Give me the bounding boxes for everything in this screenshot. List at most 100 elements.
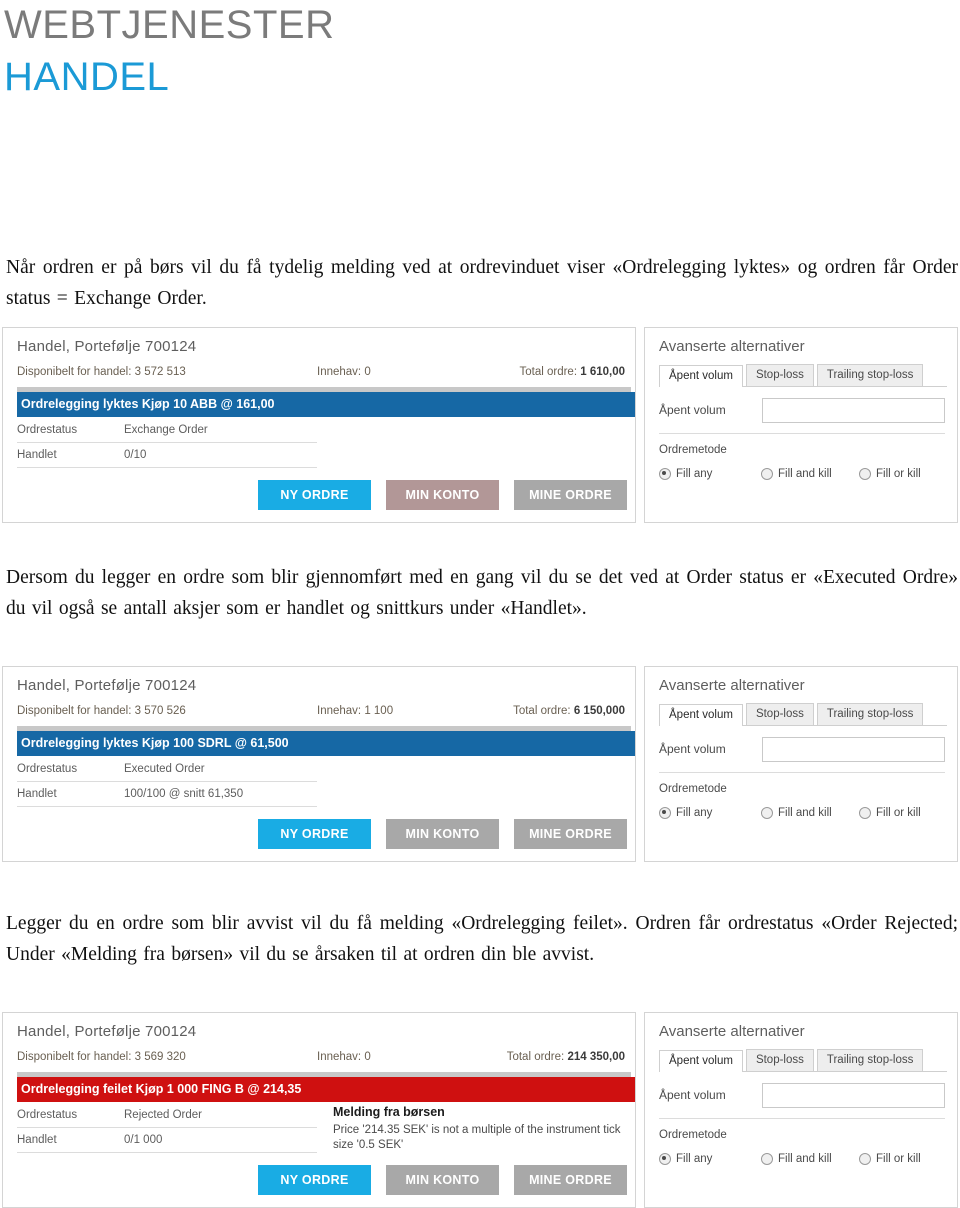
- radio-fill-and-kill[interactable]: Fill and kill: [761, 807, 859, 819]
- new-order-button[interactable]: NY ORDRE: [258, 480, 371, 510]
- radio-selected-icon: [659, 807, 671, 819]
- trade-panel-summary: Disponibelt for handel: 3 572 513 Inneha…: [17, 366, 625, 388]
- advanced-options-panel: Avanserte alternativer Åpent volum Stop-…: [644, 666, 958, 862]
- paragraph-executed-order: Dersom du legger en ordre som blir gjenn…: [6, 567, 958, 619]
- section-divider: [659, 772, 945, 773]
- available-funds: Disponibelt for handel: 3 572 513: [17, 366, 186, 378]
- tab-stop-loss[interactable]: Stop-loss: [745, 1049, 814, 1071]
- radio-fill-and-kill[interactable]: Fill and kill: [761, 468, 859, 480]
- radio-fill-any[interactable]: Fill any: [659, 1153, 761, 1165]
- table-row: Ordrestatus Exchange Order: [17, 418, 317, 443]
- trade-panel-title: Handel, Portefølje 700124: [17, 677, 197, 694]
- open-volume-label: Åpent volum: [659, 403, 726, 417]
- open-volume-input[interactable]: [762, 397, 945, 423]
- open-volume-input[interactable]: [762, 1082, 945, 1108]
- open-volume-field-row: Åpent volum: [659, 1082, 945, 1108]
- order-detail-rows: Ordrestatus Exchange Order Handlet 0/10: [17, 418, 317, 468]
- radio-selected-icon: [659, 468, 671, 480]
- order-status-key: Ordrestatus: [17, 1109, 78, 1121]
- radio-fill-or-kill[interactable]: Fill or kill: [859, 468, 921, 480]
- tab-stop-loss[interactable]: Stop-loss: [745, 364, 814, 386]
- advanced-options-panel: Avanserte alternativer Åpent volum Stop-…: [644, 327, 958, 523]
- trade-panel-summary: Disponibelt for handel: 3 569 320 Inneha…: [17, 1051, 625, 1073]
- open-volume-label: Åpent volum: [659, 742, 726, 756]
- radio-fill-or-kill-label: Fill or kill: [876, 807, 921, 819]
- available-funds: Disponibelt for handel: 3 569 320: [17, 1051, 186, 1063]
- total-order: Total ordre: 214 350,00: [457, 1051, 625, 1063]
- radio-fill-and-kill-label: Fill and kill: [778, 1153, 832, 1165]
- paragraph-rejected-order: Legger du en ordre som blir avvist vil d…: [6, 913, 958, 965]
- my-account-button[interactable]: MIN KONTO: [386, 1165, 499, 1195]
- total-order-label: Total ordre:: [506, 1051, 568, 1063]
- section-divider: [659, 1118, 945, 1119]
- available-funds: Disponibelt for handel: 3 570 526: [17, 705, 186, 717]
- order-method-label: Ordremetode: [659, 444, 727, 456]
- holding-value: Innehav: 1 100: [317, 705, 394, 717]
- radio-fill-or-kill[interactable]: Fill or kill: [859, 807, 921, 819]
- trade-panel-summary: Disponibelt for handel: 3 570 526 Inneha…: [17, 705, 625, 727]
- trade-panel-buttons: NY ORDRE MIN KONTO MINE ORDRE: [3, 1165, 627, 1195]
- order-detail-rows: Ordrestatus Executed Order Handlet 100/1…: [17, 757, 317, 807]
- total-order-value: 214 350,00: [567, 1051, 625, 1063]
- order-status-key: Ordrestatus: [17, 763, 78, 775]
- radio-unselected-icon: [761, 1153, 773, 1165]
- radio-selected-icon: [659, 1153, 671, 1165]
- radio-fill-any[interactable]: Fill any: [659, 468, 761, 480]
- radio-unselected-icon: [761, 468, 773, 480]
- table-row: Ordrestatus Rejected Order: [17, 1103, 317, 1128]
- radio-fill-and-kill[interactable]: Fill and kill: [761, 1153, 859, 1165]
- tab-stop-loss[interactable]: Stop-loss: [745, 703, 814, 725]
- advanced-options-tabs: Åpent volum Stop-loss Trailing stop-loss: [659, 1049, 947, 1072]
- my-account-button[interactable]: MIN KONTO: [386, 480, 499, 510]
- trade-panel-title: Handel, Portefølje 700124: [17, 338, 197, 355]
- total-order-label: Total ordre:: [519, 366, 581, 378]
- advanced-options-title: Avanserte alternativer: [659, 677, 805, 694]
- traded-value: 0/10: [124, 449, 147, 461]
- advanced-options-tabs: Åpent volum Stop-loss Trailing stop-loss: [659, 364, 947, 387]
- order-method-label: Ordremetode: [659, 783, 727, 795]
- order-status-value: Exchange Order: [124, 424, 208, 436]
- order-status-key: Ordrestatus: [17, 424, 78, 436]
- total-order: Total ordre: 1 610,00: [457, 366, 626, 378]
- advanced-options-tabs: Åpent volum Stop-loss Trailing stop-loss: [659, 703, 947, 726]
- radio-unselected-icon: [859, 468, 871, 480]
- radio-fill-or-kill[interactable]: Fill or kill: [859, 1153, 921, 1165]
- section-divider: [659, 433, 945, 434]
- tab-open-volume[interactable]: Åpent volum: [659, 365, 743, 387]
- radio-fill-any[interactable]: Fill any: [659, 807, 761, 819]
- order-status-value: Executed Order: [124, 763, 205, 775]
- my-orders-button[interactable]: MINE ORDRE: [514, 819, 627, 849]
- new-order-button[interactable]: NY ORDRE: [258, 819, 371, 849]
- tab-trailing-stop-loss[interactable]: Trailing stop-loss: [816, 1049, 924, 1071]
- order-status-banner: Ordrelegging lyktes Kjøp 100 SDRL @ 61,5…: [17, 731, 635, 756]
- order-status-banner: Ordrelegging feilet Kjøp 1 000 FING B @ …: [17, 1077, 635, 1102]
- traded-value: 100/100 @ snitt 61,350: [124, 788, 244, 800]
- radio-fill-or-kill-label: Fill or kill: [876, 468, 921, 480]
- tab-trailing-stop-loss[interactable]: Trailing stop-loss: [816, 364, 924, 386]
- traded-key: Handlet: [17, 1134, 57, 1146]
- my-orders-button[interactable]: MINE ORDRE: [514, 480, 627, 510]
- exchange-message-title: Melding fra børsen: [333, 1105, 445, 1119]
- order-method-label: Ordremetode: [659, 1129, 727, 1141]
- order-method-radios: Fill any Fill and kill Fill or kill: [659, 1153, 947, 1165]
- radio-fill-any-label: Fill any: [676, 1153, 713, 1165]
- table-row: Handlet 100/100 @ snitt 61,350: [17, 782, 317, 807]
- new-order-button[interactable]: NY ORDRE: [258, 1165, 371, 1195]
- radio-fill-any-label: Fill any: [676, 807, 713, 819]
- tab-open-volume[interactable]: Åpent volum: [659, 1050, 743, 1072]
- traded-value: 0/1 000: [124, 1134, 163, 1146]
- my-orders-button[interactable]: MINE ORDRE: [514, 1165, 627, 1195]
- order-method-radios: Fill any Fill and kill Fill or kill: [659, 807, 947, 819]
- page-header: WEBTJENESTER HANDEL: [0, 0, 960, 100]
- tab-open-volume[interactable]: Åpent volum: [659, 704, 743, 726]
- advanced-options-title: Avanserte alternativer: [659, 338, 805, 355]
- radio-unselected-icon: [761, 807, 773, 819]
- open-volume-input[interactable]: [762, 736, 945, 762]
- screenshot-exchange-order: Handel, Portefølje 700124 Disponibelt fo…: [2, 327, 958, 523]
- trade-panel-buttons: NY ORDRE MIN KONTO MINE ORDRE: [3, 480, 627, 510]
- trade-panel: Handel, Portefølje 700124 Disponibelt fo…: [2, 1012, 636, 1208]
- trade-panel-buttons: NY ORDRE MIN KONTO MINE ORDRE: [3, 819, 627, 849]
- trade-panel: Handel, Portefølje 700124 Disponibelt fo…: [2, 327, 636, 523]
- tab-trailing-stop-loss[interactable]: Trailing stop-loss: [816, 703, 924, 725]
- my-account-button[interactable]: MIN KONTO: [386, 819, 499, 849]
